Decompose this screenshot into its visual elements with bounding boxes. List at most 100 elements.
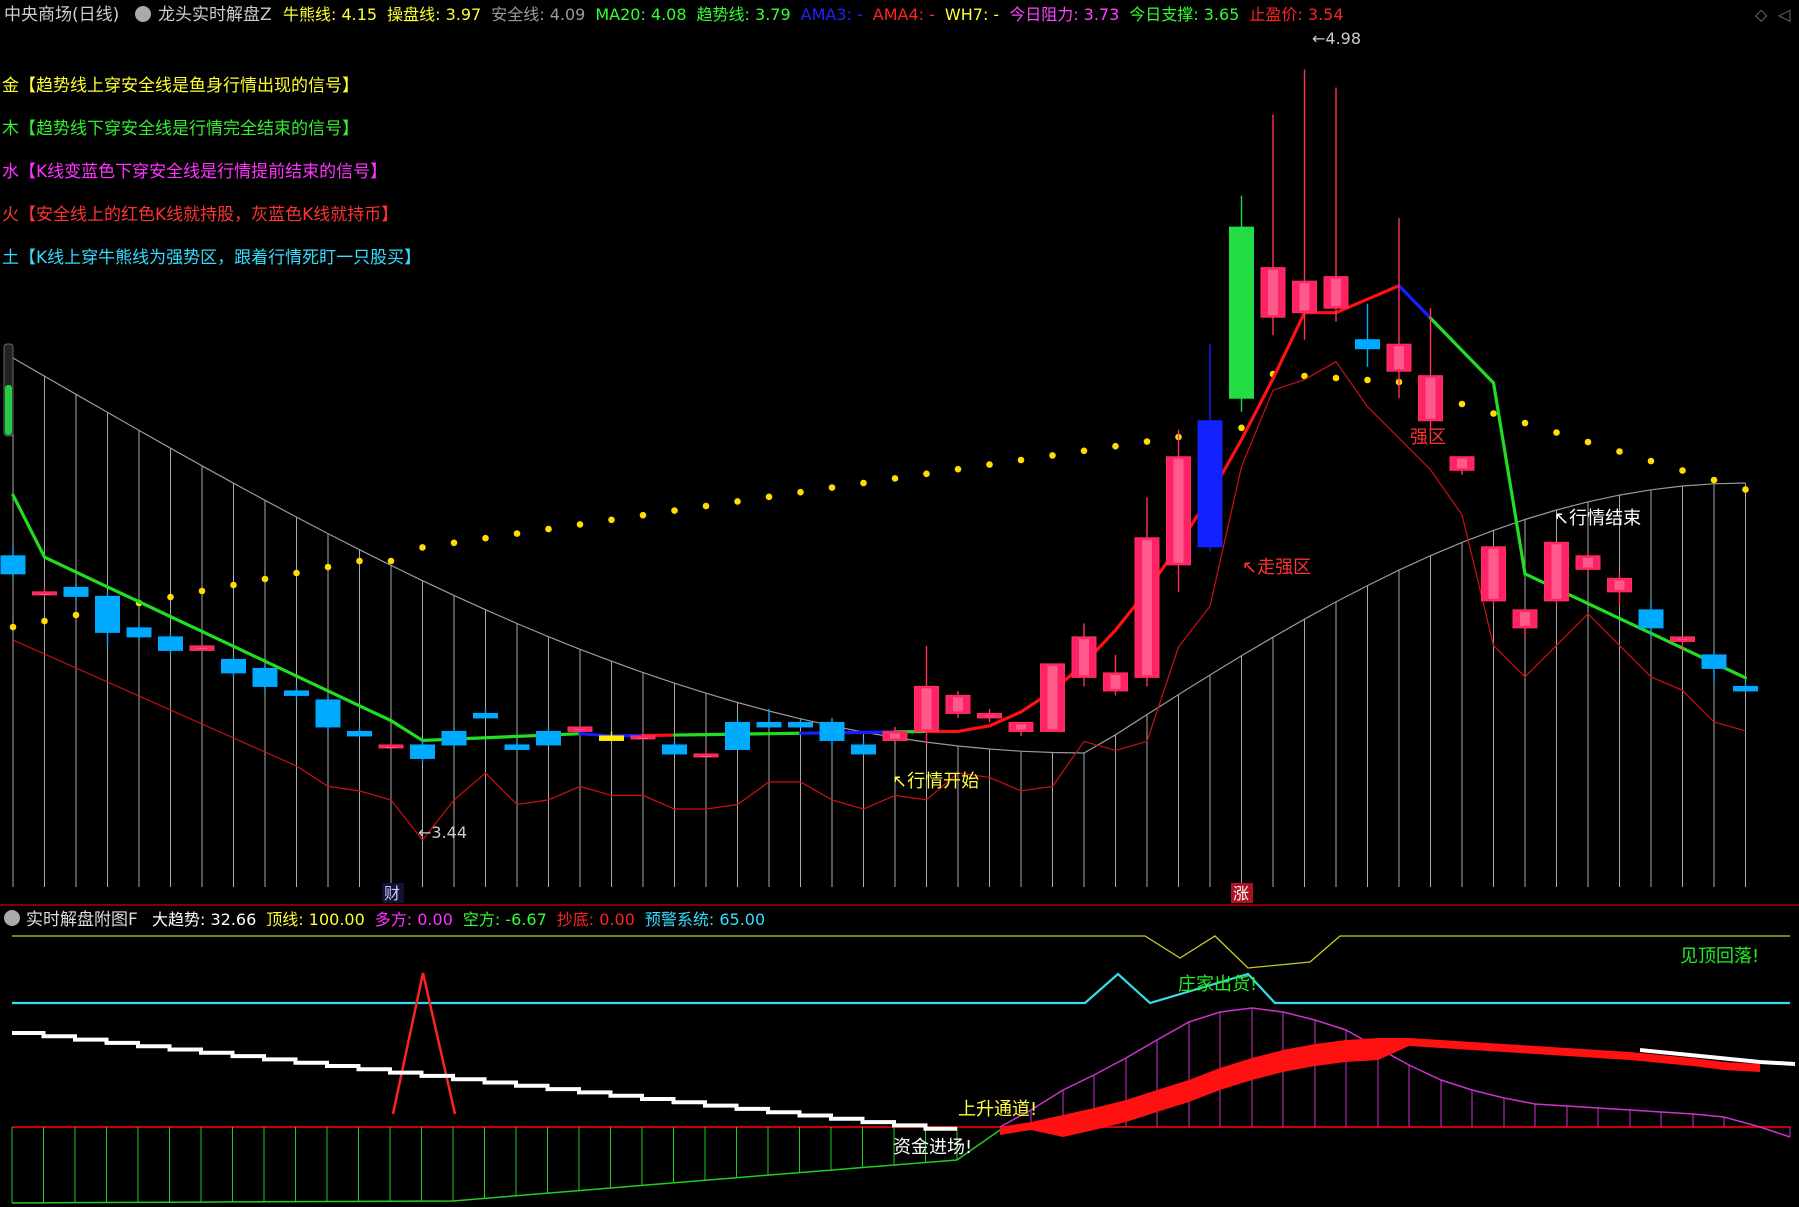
candle: [567, 726, 593, 732]
legend-note: 火【安全线上的红色K线就持股，灰蓝色K线就持币】: [2, 205, 398, 225]
sub-item: 抄底: 0.00: [557, 910, 635, 929]
trend-segment: [1397, 284, 1433, 320]
legend-notes: 金【趋势线上穿安全线是鱼身行情出现的信号】木【趋势线下穿安全线是行情完全结束的信…: [2, 76, 421, 268]
trend-segment: [168, 615, 204, 634]
candle: [1040, 663, 1065, 732]
sub-item: 多方: 0.00: [375, 910, 453, 929]
sar-dot: [923, 470, 930, 478]
candle: [315, 695, 341, 732]
header-item: 趋势线: 3.79: [697, 5, 791, 24]
header-item: 止盈价: 3.54: [1249, 5, 1343, 24]
candle: [473, 708, 498, 719]
sar-dot: [1080, 447, 1088, 455]
candle: [347, 726, 372, 737]
candle: [32, 587, 57, 597]
header-item: AMA4: -: [873, 5, 935, 24]
candle: [882, 726, 908, 741]
trend-steps: [12, 1031, 957, 1131]
candle: [189, 645, 215, 651]
sar-dot: [72, 611, 80, 619]
cai-label: 财: [384, 884, 400, 903]
trend-segment: [357, 704, 393, 723]
candle: [630, 731, 656, 741]
candle: [284, 686, 309, 700]
sar-dot: [1490, 410, 1497, 417]
trend-segment: [389, 719, 425, 743]
sar-dot: [261, 575, 269, 583]
trend-segment: [1365, 284, 1401, 301]
candle: [1134, 497, 1160, 687]
sar-dot: [482, 534, 489, 542]
sar-dot: [1143, 438, 1151, 445]
sar-dot: [1710, 476, 1718, 484]
sub-title: 实时解盘附图F: [26, 910, 138, 930]
candle: [1323, 87, 1349, 322]
indicator-name: 龙头实时解盘Z: [158, 5, 272, 25]
trend-segment: [1428, 316, 1464, 353]
candle: [1512, 609, 1538, 637]
sar-dot: [1049, 452, 1056, 459]
sar-dot: [1616, 448, 1623, 455]
sar-dot: [1584, 438, 1592, 446]
candle: [1575, 551, 1601, 574]
dropdown-icon[interactable]: [135, 6, 151, 22]
up-channel-label: 上升通道!: [958, 1099, 1037, 1120]
candle: [1607, 573, 1632, 606]
header-item: WH7: -: [945, 5, 999, 24]
header-item: AMA3: -: [801, 5, 863, 24]
top-fall-label: 见顶回落!: [1680, 946, 1759, 967]
sar-dot: [1521, 419, 1529, 427]
sar-dot: [860, 479, 867, 487]
legend-note: 土【K线上穿牛熊线为强势区，跟着行情死盯一只股买】: [2, 248, 421, 268]
expand-icon[interactable]: ◁: [1777, 5, 1791, 24]
candle: [1197, 344, 1223, 552]
funds-in-label: 资金进场!: [893, 1137, 972, 1158]
sar-dot: [891, 475, 899, 482]
candle: [599, 731, 624, 741]
indicator-pane: 见顶回落! 庄家出货! 上升通道! 资金进场!: [11, 935, 1796, 1204]
candle: [1071, 623, 1097, 687]
dealer-out-label: 庄家出货!: [1178, 974, 1257, 995]
sar-dot: [356, 557, 363, 565]
chart-canvas: 中央商场(日线) 龙头实时解盘Z 牛熊线: 4.15 操盘线: 3.97 安全线: …: [0, 5, 1799, 1204]
candle: [158, 632, 183, 655]
sar-dot: [797, 488, 804, 496]
candle: [0, 546, 26, 579]
candle: [1449, 456, 1475, 475]
candle: [63, 582, 89, 601]
candle: [662, 740, 687, 755]
header-item: 牛熊线: 4.15: [283, 5, 377, 24]
candle: [1008, 721, 1034, 736]
sar-dot: [167, 593, 174, 601]
sar-dot: [639, 511, 647, 519]
sar-dot: [954, 465, 962, 473]
candle: [536, 726, 561, 746]
candle: [851, 740, 876, 755]
sar-dot: [1553, 429, 1560, 436]
sar-dot: [1238, 424, 1245, 432]
candle: [1103, 654, 1128, 696]
candle: [410, 740, 435, 763]
green-curve: [11, 1129, 1001, 1204]
sar-dot: [1112, 442, 1119, 450]
sar-dot: [324, 563, 332, 571]
candle: [1638, 600, 1664, 637]
diamond-icon[interactable]: ◇: [1755, 5, 1768, 24]
sub-item: 顶线: 100.00: [266, 910, 364, 929]
warning-line: [12, 972, 1790, 1005]
candle: [1481, 546, 1506, 606]
sar-dot: [1364, 376, 1371, 384]
trend-segment: [956, 724, 992, 734]
header-item: 安全线: 4.09: [491, 5, 585, 24]
candle: [1292, 69, 1317, 340]
sar-dot: [545, 525, 552, 533]
sub-header: 实时解盘附图F 大趋势: 32.66 顶线: 100.00 多方: 0.00 空方: …: [4, 910, 765, 930]
sar-dot: [765, 493, 773, 501]
sub-dropdown-icon[interactable]: [4, 910, 20, 926]
legend-note: 金【趋势线上穿安全线是鱼身行情出现的信号】: [2, 76, 359, 96]
candle: [1229, 195, 1254, 412]
start-label: ↖行情开始: [892, 771, 979, 792]
candle: [819, 717, 845, 745]
trend-segment: [200, 629, 236, 648]
sar-dot: [1332, 374, 1340, 382]
